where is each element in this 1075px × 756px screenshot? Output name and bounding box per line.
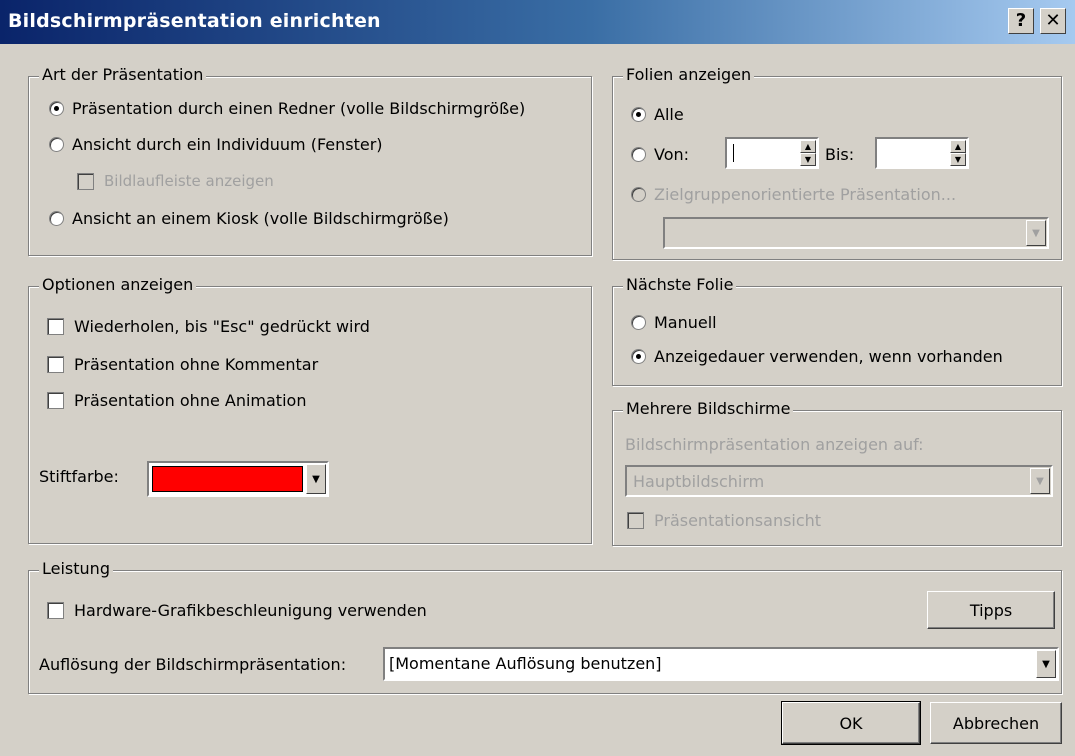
radio-label: Präsentation durch einen Redner (volle B… — [72, 99, 526, 118]
chevron-down-icon[interactable]: ▼ — [1026, 220, 1046, 246]
group-mehrere-bildschirme: Mehrere Bildschirme Bildschirmpräsentati… — [612, 399, 1062, 546]
radio-indicator[interactable] — [49, 101, 64, 116]
chevron-down-icon[interactable]: ▼ — [1036, 650, 1056, 678]
tips-button[interactable]: Tipps — [927, 591, 1055, 629]
spin-down-icon[interactable]: ▼ — [950, 153, 966, 166]
checkbox-indicator[interactable] — [47, 318, 64, 335]
checkbox-label: Präsentationsansicht — [654, 511, 822, 530]
checkbox-label: Präsentation ohne Kommentar — [74, 355, 319, 374]
radio-redner[interactable]: Präsentation durch einen Redner (volle B… — [49, 99, 525, 118]
checkbox-indicator[interactable] — [77, 172, 94, 190]
checkbox-ohne-kommentar[interactable]: Präsentation ohne Kommentar — [47, 355, 318, 374]
radio-label: Manuell — [654, 313, 717, 332]
checkbox-indicator[interactable] — [627, 512, 644, 529]
checkbox-indicator[interactable] — [47, 392, 64, 409]
radio-indicator[interactable] — [631, 349, 646, 364]
ok-button[interactable]: OK — [781, 701, 921, 745]
title-bar: Bildschirmpräsentation einrichten ? ✕ — [0, 0, 1075, 44]
radio-kiosk[interactable]: Ansicht an einem Kiosk (volle Bildschirm… — [49, 209, 449, 228]
radio-indicator[interactable] — [49, 211, 64, 226]
checkbox-label: Wiederholen, bis "Esc" gedrückt wird — [74, 317, 370, 336]
von-spinner[interactable]: ▲ ▼ — [725, 137, 819, 169]
chevron-down-icon[interactable]: ▼ — [306, 464, 326, 494]
radio-indicator[interactable] — [631, 107, 646, 122]
checkbox-label: Präsentation ohne Animation — [74, 391, 307, 410]
radio-zielgruppe[interactable]: Zielgruppenorientierte Präsentation... — [631, 185, 956, 204]
chevron-down-icon[interactable]: ▼ — [1030, 468, 1050, 494]
group-legend: Nächste Folie — [623, 275, 737, 294]
resolution-dropdown[interactable]: [Momentane Auflösung benutzen] ▼ — [383, 647, 1059, 681]
radio-label: Von: — [654, 145, 690, 164]
group-legend: Art der Präsentation — [39, 65, 207, 84]
radio-label: Ansicht an einem Kiosk (volle Bildschirm… — [72, 209, 449, 228]
group-naechste-folie: Nächste Folie Manuell Anzeigedauer verwe… — [612, 275, 1062, 386]
radio-indicator[interactable] — [631, 147, 646, 162]
close-icon[interactable]: ✕ — [1040, 8, 1066, 34]
group-legend: Folien anzeigen — [623, 65, 755, 84]
window-title: Bildschirmpräsentation einrichten — [8, 10, 381, 32]
checkbox-wiederholen[interactable]: Wiederholen, bis "Esc" gedrückt wird — [47, 317, 370, 336]
group-legend: Mehrere Bildschirme — [623, 399, 794, 418]
checkbox-bildlaufleiste[interactable]: Bildlaufleiste anzeigen — [77, 172, 274, 190]
bis-label: Bis: — [825, 145, 855, 164]
monitor-dropdown[interactable]: Hauptbildschirm ▼ — [625, 465, 1053, 497]
radio-indicator[interactable] — [49, 137, 64, 152]
checkbox-indicator[interactable] — [47, 356, 64, 373]
cancel-button[interactable]: Abbrechen — [930, 702, 1062, 744]
group-legend: Leistung — [39, 559, 113, 578]
radio-anzeigedauer[interactable]: Anzeigedauer verwenden, wenn vorhanden — [631, 347, 1003, 366]
spin-up-icon[interactable]: ▲ — [950, 140, 966, 153]
checkbox-praesentationsansicht[interactable]: Präsentationsansicht — [627, 511, 821, 530]
pen-color-swatch — [152, 466, 303, 492]
radio-indicator[interactable] — [631, 315, 646, 330]
spin-down-icon[interactable]: ▼ — [800, 153, 816, 166]
radio-alle[interactable]: Alle — [631, 105, 684, 124]
bis-spinner[interactable]: ▲ ▼ — [875, 137, 969, 169]
help-icon[interactable]: ? — [1008, 8, 1034, 34]
radio-manuell[interactable]: Manuell — [631, 313, 717, 332]
resolution-label: Auflösung der Bildschirmpräsentation: — [39, 655, 347, 674]
pen-color-label: Stiftfarbe: — [39, 467, 119, 486]
zielgruppe-dropdown[interactable]: ▼ — [663, 217, 1049, 249]
pen-color-dropdown[interactable]: ▼ — [147, 461, 329, 497]
monitor-value: Hauptbildschirm — [633, 472, 765, 491]
group-art-der-praesentation: Art der Präsentation Präsentation durch … — [28, 65, 592, 256]
spin-up-icon[interactable]: ▲ — [800, 140, 816, 153]
radio-individuum[interactable]: Ansicht durch ein Individuum (Fenster) — [49, 135, 383, 154]
checkbox-hardware-beschleunigung[interactable]: Hardware-Grafikbeschleunigung verwenden — [47, 601, 427, 620]
radio-indicator[interactable] — [631, 187, 646, 202]
radio-label: Alle — [654, 105, 684, 124]
resolution-value: [Momentane Auflösung benutzen] — [389, 654, 662, 673]
checkbox-ohne-animation[interactable]: Präsentation ohne Animation — [47, 391, 306, 410]
group-legend: Optionen anzeigen — [39, 275, 197, 294]
checkbox-label: Bildlaufleiste anzeigen — [104, 172, 274, 190]
radio-label: Zielgruppenorientierte Präsentation... — [654, 185, 957, 204]
group-folien-anzeigen: Folien anzeigen Alle Von: ▲ ▼ Bis: ▲ ▼ Z… — [612, 65, 1062, 260]
show-on-label: Bildschirmpräsentation anzeigen auf: — [625, 435, 924, 454]
checkbox-label: Hardware-Grafikbeschleunigung verwenden — [74, 601, 427, 620]
radio-von[interactable]: Von: — [631, 145, 689, 164]
checkbox-indicator[interactable] — [47, 602, 64, 619]
group-optionen-anzeigen: Optionen anzeigen Wiederholen, bis "Esc"… — [28, 275, 592, 544]
text-caret — [733, 144, 734, 162]
radio-label: Ansicht durch ein Individuum (Fenster) — [72, 135, 383, 154]
radio-label: Anzeigedauer verwenden, wenn vorhanden — [654, 347, 1003, 366]
group-leistung: Leistung Hardware-Grafikbeschleunigung v… — [28, 559, 1062, 694]
